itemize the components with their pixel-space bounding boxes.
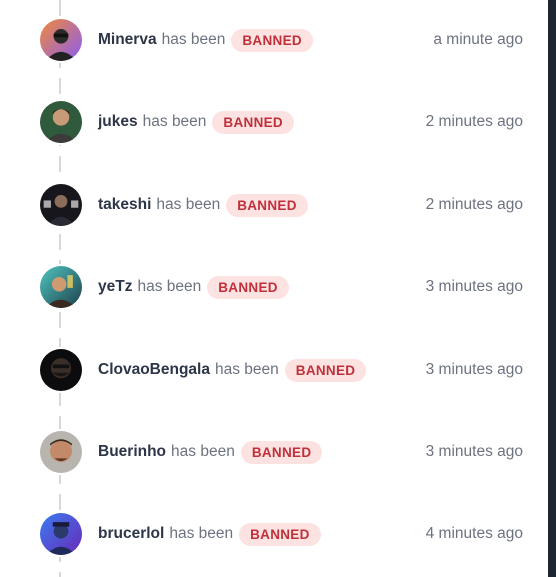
feed-item: Minerva has been BANNED a minute ago (0, 15, 548, 65)
timestamp: 2 minutes ago (425, 113, 523, 130)
status-badge: BANNED (212, 110, 294, 134)
user-avatar-icon[interactable] (38, 429, 84, 475)
user-avatar-icon[interactable] (38, 347, 84, 393)
window-edge (548, 0, 556, 577)
action-text: has been (142, 113, 207, 130)
timestamp: 4 minutes ago (425, 525, 523, 542)
username-link[interactable]: jukes (98, 113, 138, 131)
feed-item: brucerlol has been BANNED 4 minutes ago (0, 509, 548, 559)
status-badge: BANNED (226, 193, 308, 217)
action-text: has been (214, 361, 279, 378)
activity-feed-card: Minerva has been BANNED a minute ago juk… (0, 0, 548, 577)
user-avatar-icon[interactable] (38, 182, 84, 228)
feed-item: jukes has been BANNED 2 minutes ago (0, 97, 548, 147)
status-badge: BANNED (231, 28, 313, 52)
username-link[interactable]: Minerva (98, 31, 157, 49)
user-avatar-icon[interactable] (38, 264, 84, 310)
action-text: has been (169, 525, 234, 542)
username-link[interactable]: takeshi (98, 196, 151, 214)
action-text: has been (137, 278, 202, 295)
status-badge: BANNED (239, 522, 321, 546)
action-text: has been (156, 196, 221, 213)
feed-item: Buerinho has been BANNED 3 minutes ago (0, 427, 548, 477)
username-link[interactable]: ClovaoBengala (98, 361, 210, 379)
user-avatar-icon[interactable] (38, 511, 84, 557)
user-avatar-icon[interactable] (38, 17, 84, 63)
status-badge: BANNED (284, 358, 367, 382)
feed-item: ClovaoBengala has been BANNED 3 minutes … (0, 345, 548, 395)
feed-item: takeshi has been BANNED 2 minutes ago (0, 180, 548, 230)
username-link[interactable]: brucerlol (98, 525, 164, 543)
action-text: has been (171, 443, 235, 460)
status-badge: BANNED (240, 440, 323, 464)
timestamp: a minute ago (433, 31, 523, 48)
status-badge: BANNED (207, 275, 289, 299)
action-text: has been (161, 31, 226, 48)
feed-item: yeTz has been BANNED 3 minutes ago (0, 262, 548, 312)
timestamp: 2 minutes ago (425, 196, 523, 213)
timestamp: 3 minutes ago (425, 278, 523, 295)
username-link[interactable]: Buerinho (98, 443, 166, 461)
username-link[interactable]: yeTz (98, 278, 132, 296)
user-avatar-icon[interactable] (38, 99, 84, 145)
timestamp: 3 minutes ago (425, 443, 523, 460)
timestamp: 3 minutes ago (425, 361, 523, 378)
